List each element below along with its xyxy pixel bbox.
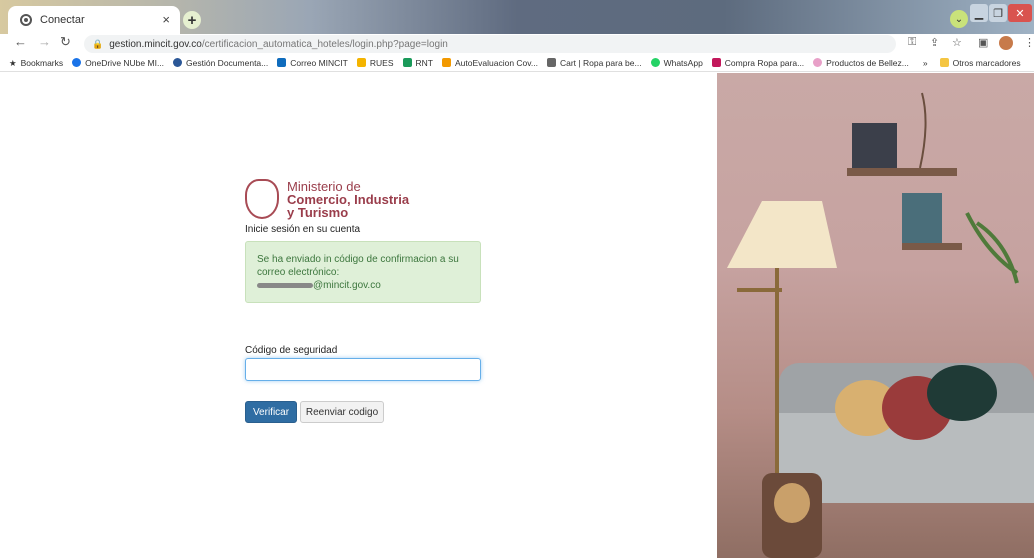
- living-room-illustration: [727, 92, 1034, 558]
- url-path: /certificacion_automatica_hoteles/login.…: [201, 38, 448, 50]
- key-icon[interactable]: ⚿: [908, 36, 916, 49]
- menu-icon[interactable]: ⋮: [1024, 36, 1034, 49]
- login-subtitle: Inicie sesión en su cuenta: [245, 224, 361, 235]
- minimize-button[interactable]: ▁: [970, 4, 988, 22]
- bookmark-item[interactable]: RNT: [402, 58, 433, 68]
- bookmark-item[interactable]: OneDrive NUbe MI...: [72, 58, 164, 68]
- sidepanel-icon[interactable]: ▣: [978, 36, 988, 49]
- cloud-icon: [72, 58, 82, 67]
- mail-icon: [277, 58, 287, 67]
- alert-email: @mincit.gov.co: [257, 279, 469, 292]
- resend-code-button[interactable]: Reenviar codigo: [300, 401, 384, 423]
- bookmark-item[interactable]: AutoEvaluacion Cov...: [441, 58, 538, 68]
- star-icon: ★: [9, 58, 17, 68]
- bookmark-item[interactable]: Cart | Ropa para be...: [546, 58, 642, 68]
- security-code-input[interactable]: [245, 358, 481, 381]
- url-domain: gestion.mincit.gov.co: [109, 38, 202, 50]
- tab-title: Conectar: [40, 14, 85, 26]
- code-label: Código de seguridad: [245, 345, 338, 356]
- living-room-photo: [717, 73, 1034, 558]
- forward-icon[interactable]: →: [38, 34, 51, 49]
- new-tab-button[interactable]: +: [183, 11, 201, 29]
- back-icon[interactable]: ←: [14, 34, 27, 49]
- avatar[interactable]: [999, 36, 1013, 50]
- rues-icon: [356, 58, 366, 67]
- browser-tab[interactable]: Conectar ×: [8, 6, 180, 34]
- bookmarks-bar: ★ Bookmarks OneDrive NUbe MI... Gestión D…: [0, 54, 1034, 72]
- star-icon[interactable]: ☆: [952, 36, 962, 49]
- lock-icon: 🔒: [92, 38, 104, 49]
- maximize-button[interactable]: ❐: [989, 4, 1007, 22]
- bookmark-item[interactable]: RUES: [356, 58, 394, 68]
- verify-button[interactable]: Verificar: [245, 401, 297, 423]
- coat-of-arms-icon: [245, 179, 279, 219]
- close-tab-icon[interactable]: ×: [162, 12, 170, 27]
- ministry-name-line3: y Turismo: [287, 205, 349, 220]
- globe-icon: [20, 14, 32, 26]
- bookmark-item[interactable]: ★ Bookmarks: [9, 58, 63, 69]
- docs-icon: [173, 58, 183, 67]
- bookmarks-more-button[interactable]: »: [923, 58, 928, 68]
- close-window-button[interactable]: ✕: [1008, 4, 1032, 22]
- share-icon[interactable]: ⇪: [930, 36, 939, 49]
- bookmark-item[interactable]: Compra Ropa para...: [711, 58, 804, 68]
- url-bar[interactable]: 🔒 gestion.mincit.gov.co/certificacion_au…: [84, 35, 896, 53]
- other-bookmarks[interactable]: Otros marcadores: [939, 58, 1021, 68]
- bookmark-item[interactable]: Correo MINCIT: [277, 58, 348, 68]
- rnt-icon: [402, 58, 412, 67]
- beauty-icon: [813, 58, 823, 67]
- alert-line1: Se ha enviado in código de confirmacion …: [257, 254, 459, 265]
- shop-icon: [711, 58, 721, 67]
- browser-tabstrip: Conectar × + ⌄ ▁ ❐ ✕: [0, 0, 1034, 34]
- chevron-down-icon[interactable]: ⌄: [950, 10, 968, 28]
- folder-icon: [939, 58, 949, 67]
- bookmark-item[interactable]: Productos de Bellez...: [813, 58, 909, 68]
- bookmark-item[interactable]: WhatsApp: [650, 58, 703, 68]
- confirmation-alert: Se ha enviado in código de confirmacion …: [245, 241, 481, 303]
- bookmark-item[interactable]: Gestión Documenta...: [173, 58, 268, 68]
- address-bar-row: ← → ↻ 🔒 gestion.mincit.gov.co/certificac…: [0, 34, 1034, 54]
- cart-icon: [546, 58, 556, 67]
- autoevaluacion-icon: [441, 58, 451, 67]
- alert-line2: correo electrónico:: [257, 267, 340, 278]
- redacted-username: [257, 282, 313, 288]
- whatsapp-icon: [650, 58, 660, 67]
- reload-icon[interactable]: ↻: [60, 34, 71, 50]
